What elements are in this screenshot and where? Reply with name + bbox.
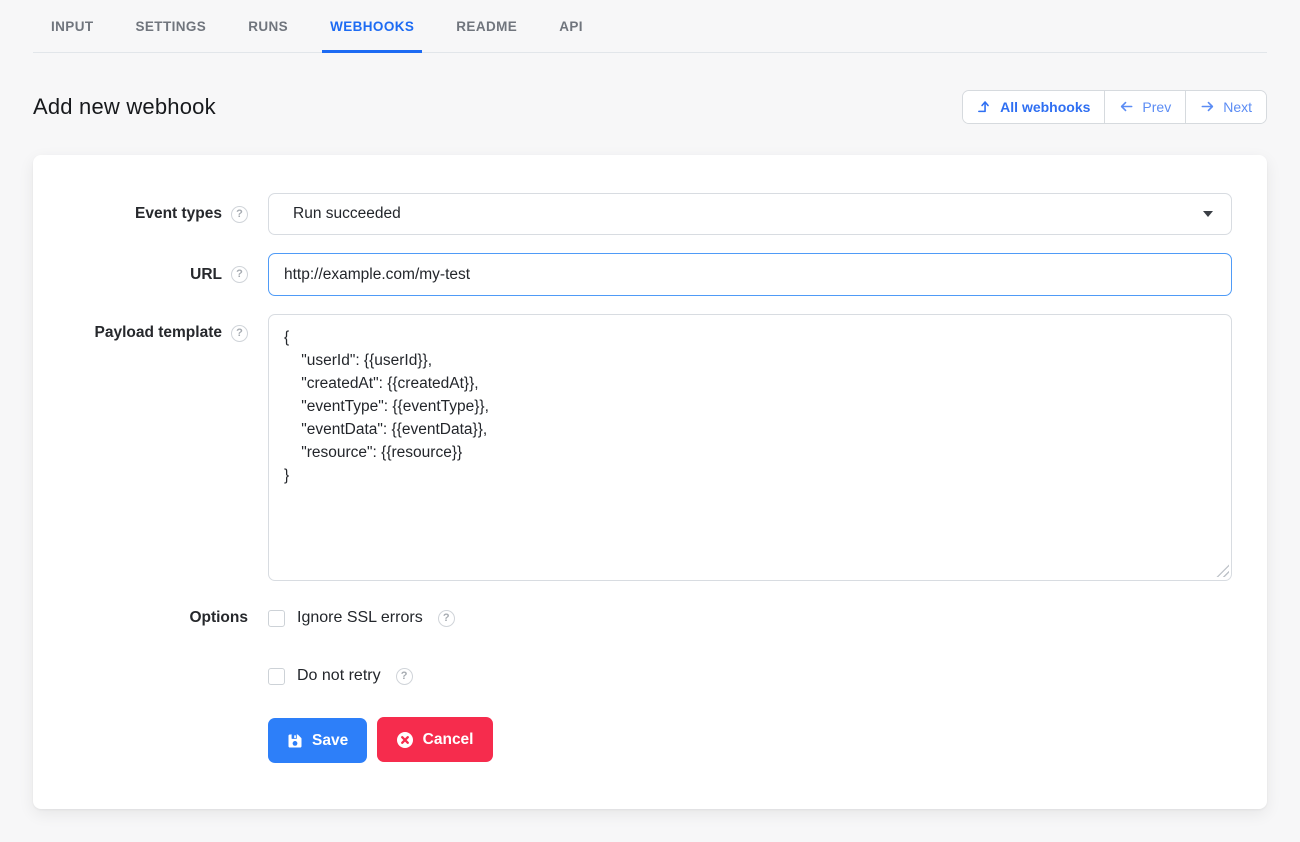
ignore-ssl-errors-checkbox[interactable] — [268, 610, 285, 627]
tab-bar: INPUT SETTINGS RUNS WEBHOOKS README API — [33, 0, 1267, 53]
next-label: Next — [1223, 99, 1252, 115]
form-actions-row: Save Cancel — [33, 717, 1232, 763]
tab-input[interactable]: INPUT — [43, 0, 102, 52]
save-label: Save — [312, 732, 348, 750]
ignore-ssl-errors-help-icon[interactable]: ? — [438, 610, 455, 627]
cancel-circle-x-icon — [396, 731, 414, 749]
event-types-row: Event types ? Run succeeded — [33, 193, 1232, 235]
event-types-label-cell: Event types ? — [33, 205, 248, 223]
event-types-help-icon[interactable]: ? — [231, 206, 248, 223]
tab-webhooks[interactable]: WEBHOOKS — [322, 0, 422, 52]
page-title: Add new webhook — [33, 94, 216, 120]
level-up-icon — [977, 99, 992, 114]
webhook-form-card: Event types ? Run succeeded URL ? Payloa… — [33, 155, 1267, 809]
tab-settings[interactable]: SETTINGS — [128, 0, 215, 52]
tab-runs[interactable]: RUNS — [240, 0, 296, 52]
arrow-left-icon — [1119, 99, 1134, 114]
tab-api[interactable]: API — [551, 0, 591, 52]
options-row: Options Ignore SSL errors ? Do not retry… — [33, 609, 1232, 685]
ignore-ssl-errors-label: Ignore SSL errors — [297, 609, 423, 627]
event-types-select[interactable]: Run succeeded — [268, 193, 1232, 235]
next-button[interactable]: Next — [1185, 91, 1266, 123]
event-types-selected-value: Run succeeded — [293, 205, 401, 223]
ignore-ssl-errors-option: Ignore SSL errors ? — [268, 609, 1232, 627]
save-button[interactable]: Save — [268, 718, 367, 763]
prev-label: Prev — [1142, 99, 1171, 115]
do-not-retry-help-icon[interactable]: ? — [396, 668, 413, 685]
payload-template-help-icon[interactable]: ? — [231, 325, 248, 342]
payload-template-label: Payload template — [95, 324, 223, 342]
cancel-button[interactable]: Cancel — [377, 717, 493, 762]
arrow-right-icon — [1200, 99, 1215, 114]
payload-template-label-cell: Payload template ? — [33, 324, 248, 342]
do-not-retry-option: Do not retry ? — [268, 667, 1232, 685]
url-input[interactable] — [268, 253, 1232, 296]
options-label-cell: Options — [33, 609, 248, 627]
do-not-retry-checkbox[interactable] — [268, 668, 285, 685]
prev-button[interactable]: Prev — [1104, 91, 1185, 123]
payload-template-textarea[interactable]: { "userId": {{userId}}, "createdAt": {{c… — [268, 314, 1232, 581]
all-webhooks-button[interactable]: All webhooks — [963, 91, 1104, 123]
url-help-icon[interactable]: ? — [231, 266, 248, 283]
all-webhooks-label: All webhooks — [1000, 99, 1090, 115]
page-header: Add new webhook All webhooks Prev — [33, 53, 1267, 134]
do-not-retry-label: Do not retry — [297, 667, 381, 685]
tab-readme[interactable]: README — [448, 0, 525, 52]
save-floppy-icon — [287, 733, 303, 749]
webhook-nav-button-group: All webhooks Prev Next — [962, 90, 1267, 124]
cancel-label: Cancel — [423, 731, 474, 749]
url-label-cell: URL ? — [33, 266, 248, 284]
payload-template-row: Payload template ? { "userId": {{userId}… — [33, 314, 1232, 581]
url-label: URL — [190, 266, 222, 284]
chevron-down-icon — [1203, 211, 1213, 217]
url-row: URL ? — [33, 253, 1232, 296]
event-types-label: Event types — [135, 205, 222, 223]
options-label: Options — [189, 609, 248, 627]
